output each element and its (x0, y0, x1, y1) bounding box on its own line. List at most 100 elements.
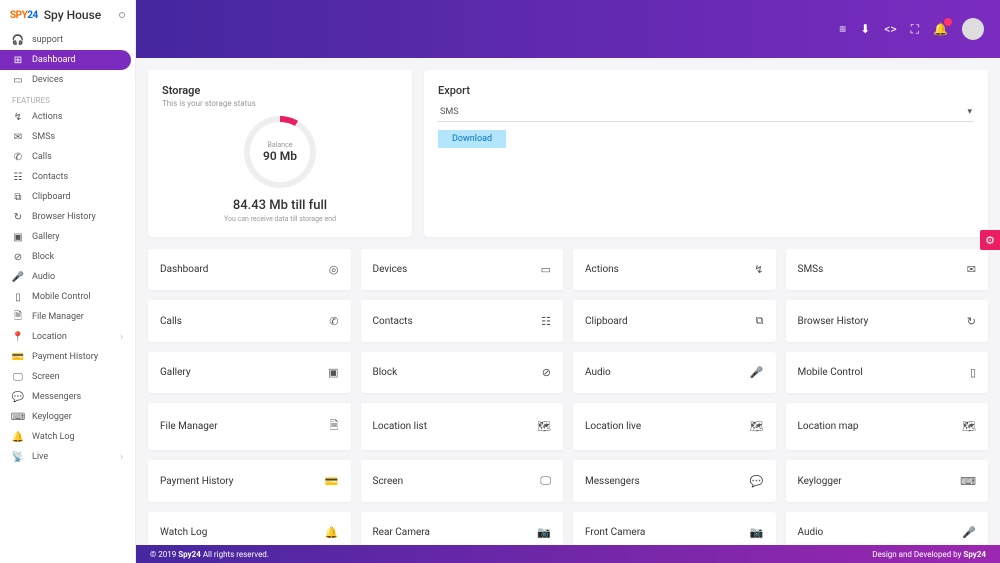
tile-devices[interactable]: Devices ▭ (361, 249, 564, 290)
download-button[interactable]: Download (438, 130, 506, 148)
tile-location-list[interactable]: Location list🗺 (361, 403, 564, 450)
gallery-icon: ▣ (328, 366, 338, 379)
tile-file-manager[interactable]: File Manager🗎 (148, 403, 351, 450)
footer-left: © 2019 Spy24 All rights reserved. (150, 550, 269, 559)
tile-label: Block (373, 367, 398, 378)
tile-mobile-control[interactable]: Mobile Control▯ (786, 352, 989, 393)
payment-history-icon: 💳 (12, 351, 24, 363)
tile-payment-history[interactable]: Payment History💳 (148, 460, 351, 502)
front-camera-icon: 📷 (750, 526, 764, 539)
sidebar-item-label: File Manager (32, 312, 84, 322)
devices-icon: ▭ (541, 263, 551, 276)
code-icon[interactable]: <> (884, 22, 896, 36)
sidebar-item-screen[interactable]: 🖵Screen (0, 367, 135, 387)
avatar[interactable] (962, 18, 984, 40)
sidebar-item-label: Dashboard (32, 55, 76, 65)
tile-calls[interactable]: Calls✆ (148, 300, 351, 342)
tile-label: Contacts (373, 316, 413, 327)
tile-actions[interactable]: Actions↯ (573, 249, 776, 290)
tile-label: Devices (373, 264, 408, 275)
tile-label: Location map (798, 421, 859, 432)
sidebar-item-label: Clipboard (32, 192, 70, 202)
tile-watch-log[interactable]: Watch Log 🔔 (148, 512, 351, 545)
dashboard-icon: ◎ (329, 263, 339, 276)
logo-row[interactable]: SPY24 Spy House (0, 0, 135, 30)
live-icon: 📡 (12, 451, 24, 463)
tile-block[interactable]: Block⊘ (361, 352, 564, 393)
gallery-icon: ▣ (12, 231, 24, 243)
tile-screen[interactable]: Screen🖵 (361, 460, 564, 502)
collapse-icon[interactable] (119, 12, 125, 18)
mobile-control-icon: ▯ (12, 291, 24, 303)
tile-label: Gallery (160, 367, 191, 378)
tile-rear-camera[interactable]: Rear Camera📷 (361, 512, 564, 545)
sidebar-item-support[interactable]: 🎧 support (0, 30, 135, 50)
tile-gallery[interactable]: Gallery ▣ (148, 352, 351, 393)
tile-label: Audio (798, 527, 824, 538)
logo-icon: SPY24 (10, 10, 38, 21)
sidebar-item-file-manager[interactable]: 🗎 File Manager (0, 307, 135, 327)
sidebar-item-payment-history[interactable]: 💳 Payment History (0, 347, 135, 367)
sidebar-item-label: Live (32, 452, 48, 462)
sidebar-item-audio[interactable]: 🎤Audio (0, 267, 135, 287)
tile-front-camera[interactable]: Front Camera📷 (573, 512, 776, 545)
contacts-icon: ☷ (541, 315, 551, 328)
sidebar-item-devices[interactable]: ▭Devices (0, 70, 135, 90)
bell-icon[interactable]: 🔔 (933, 22, 948, 36)
brand-name: Spy House (44, 8, 101, 22)
sidebar-item-calls[interactable]: ✆Calls (0, 147, 135, 167)
storage-card: Storage This is your storage status Bala… (148, 70, 412, 237)
sidebar-item-browser-history[interactable]: ↻Browser History (0, 207, 135, 227)
tile-audio[interactable]: Audio🎤 (573, 352, 776, 393)
export-select[interactable]: SMS ▾ (438, 103, 974, 122)
location-live-icon: 🗺 (750, 420, 764, 433)
sidebar-item-smss[interactable]: ✉SMSs (0, 127, 135, 147)
file-manager-icon: 🗎 (12, 311, 24, 323)
sidebar-item-contacts[interactable]: ☷Contacts (0, 167, 135, 187)
tile-audio[interactable]: Audio🎤 (786, 512, 989, 545)
sidebar-item-actions[interactable]: ↯Actions (0, 107, 135, 127)
actions-icon: ↯ (754, 263, 763, 276)
tile-location-live[interactable]: Location live🗺 (573, 403, 776, 450)
tile-keylogger[interactable]: Keylogger⌨ (786, 460, 989, 502)
audio-icon: 🎤 (12, 271, 24, 283)
tile-label: File Manager (160, 421, 218, 432)
sidebar-item-label: Payment History (32, 352, 98, 362)
sidebar-item-label: Location (32, 332, 67, 342)
download-icon[interactable]: ⬇ (860, 22, 870, 36)
sidebar-item-keylogger[interactable]: ⌨Keylogger (0, 407, 135, 427)
tile-messengers[interactable]: Messengers 💬 (573, 460, 776, 502)
fullscreen-icon[interactable]: ⛶ (911, 22, 919, 37)
flag-icon[interactable]: ≡ (839, 22, 846, 36)
tile-clipboard[interactable]: Clipboard⧉ (573, 300, 776, 342)
sidebar-item-label: Block (32, 252, 54, 262)
sidebar-item-block[interactable]: ⊘Block (0, 247, 135, 267)
sidebar-item-mobile-control[interactable]: ▯Mobile Control (0, 287, 135, 307)
sidebar-item-gallery[interactable]: ▣Gallery (0, 227, 135, 247)
smss-icon: ✉ (12, 131, 24, 143)
balance-value: 90 Mb (263, 149, 297, 163)
sidebar-item-dashboard[interactable]: ⊞Dashboard (0, 50, 131, 70)
tile-label: Watch Log (160, 527, 207, 538)
tile-browser-history[interactable]: Browser History↻ (786, 300, 989, 342)
storage-title: Storage (162, 84, 398, 97)
sidebar-item-label: Messengers (32, 392, 81, 402)
tile-location-map[interactable]: Location map🗺 (786, 403, 989, 450)
storage-gauge: Balance 90 Mb (244, 116, 316, 188)
sidebar-item-clipboard[interactable]: ⧉Clipboard (0, 187, 135, 207)
settings-fab[interactable]: ⚙ (980, 230, 1000, 250)
tile-smss[interactable]: SMSs✉ (786, 249, 989, 290)
sidebar-item-live[interactable]: 📡Live› (0, 447, 135, 467)
tile-dashboard[interactable]: Dashboard◎ (148, 249, 351, 290)
messengers-icon: 💬 (750, 475, 764, 488)
watch-log-icon: 🔔 (325, 526, 339, 539)
sidebar-item-messengers[interactable]: 💬Messengers (0, 387, 135, 407)
tile-contacts[interactable]: Contacts ☷ (361, 300, 564, 342)
tile-label: Calls (160, 316, 182, 327)
tile-label: Messengers (585, 476, 640, 487)
sidebar-item-location[interactable]: 📍Location› (0, 327, 135, 347)
keylogger-icon: ⌨ (12, 411, 24, 423)
sidebar-item-watch-log[interactable]: 🔔Watch Log (0, 427, 135, 447)
keylogger-icon: ⌨ (960, 475, 976, 488)
tiles-grid: Dashboard◎Devices▭Actions↯SMSs✉Calls✆Con… (148, 249, 988, 545)
